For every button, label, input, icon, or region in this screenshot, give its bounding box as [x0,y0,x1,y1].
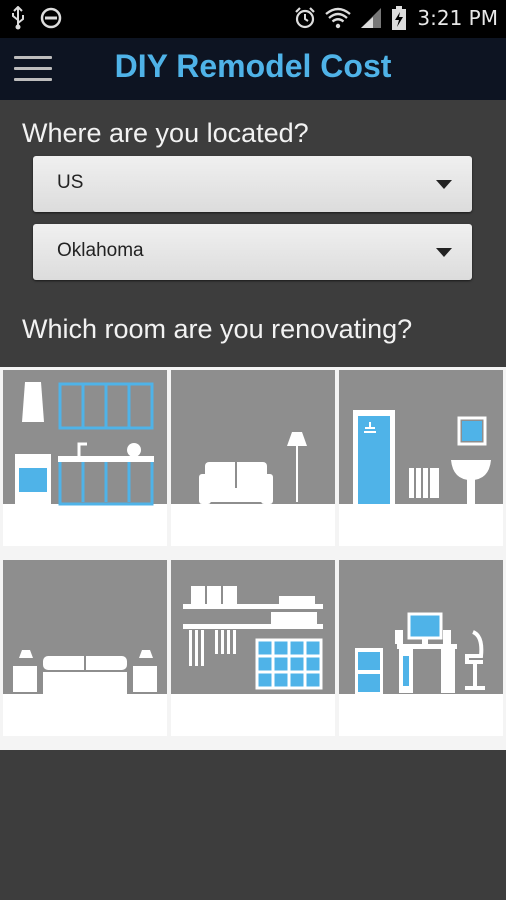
room-tile-bedroom[interactable] [3,560,167,736]
chevron-down-icon [436,180,452,189]
clock: 3:21 PM [417,6,498,30]
signal-icon [361,8,382,28]
office-icon [355,612,485,694]
room-question: Which room are you renovating? [22,314,413,344]
shelves-icon [183,586,323,690]
country-select-value: US [57,172,84,193]
alarm-icon [295,7,316,29]
bathroom-icon [353,410,491,506]
wifi-icon [325,7,352,29]
room-tile-living-room[interactable] [171,370,335,546]
region-select[interactable]: Oklahoma [33,224,472,280]
sofa-icon [199,432,307,504]
chevron-down-icon [436,248,452,257]
empty-area [0,750,506,900]
app-bar: DIY Remodel Cost [0,38,506,100]
room-tile-storage[interactable] [171,560,335,736]
room-tile-kitchen[interactable] [3,370,167,546]
room-tile-office[interactable] [339,560,503,736]
room-grid [0,367,506,750]
kitchen-icon [15,382,154,506]
room-tile-bathroom[interactable] [339,370,503,546]
status-bar: 3:21 PM [0,0,506,38]
usb-icon [12,6,24,30]
country-select[interactable]: US [33,156,472,212]
do-not-disturb-icon [40,7,62,29]
region-select-value: Oklahoma [57,240,144,261]
app-title: DIY Remodel Cost [114,48,392,84]
location-question: Where are you located? [22,118,309,148]
battery-charging-icon [392,6,407,30]
bed-icon [13,650,157,694]
